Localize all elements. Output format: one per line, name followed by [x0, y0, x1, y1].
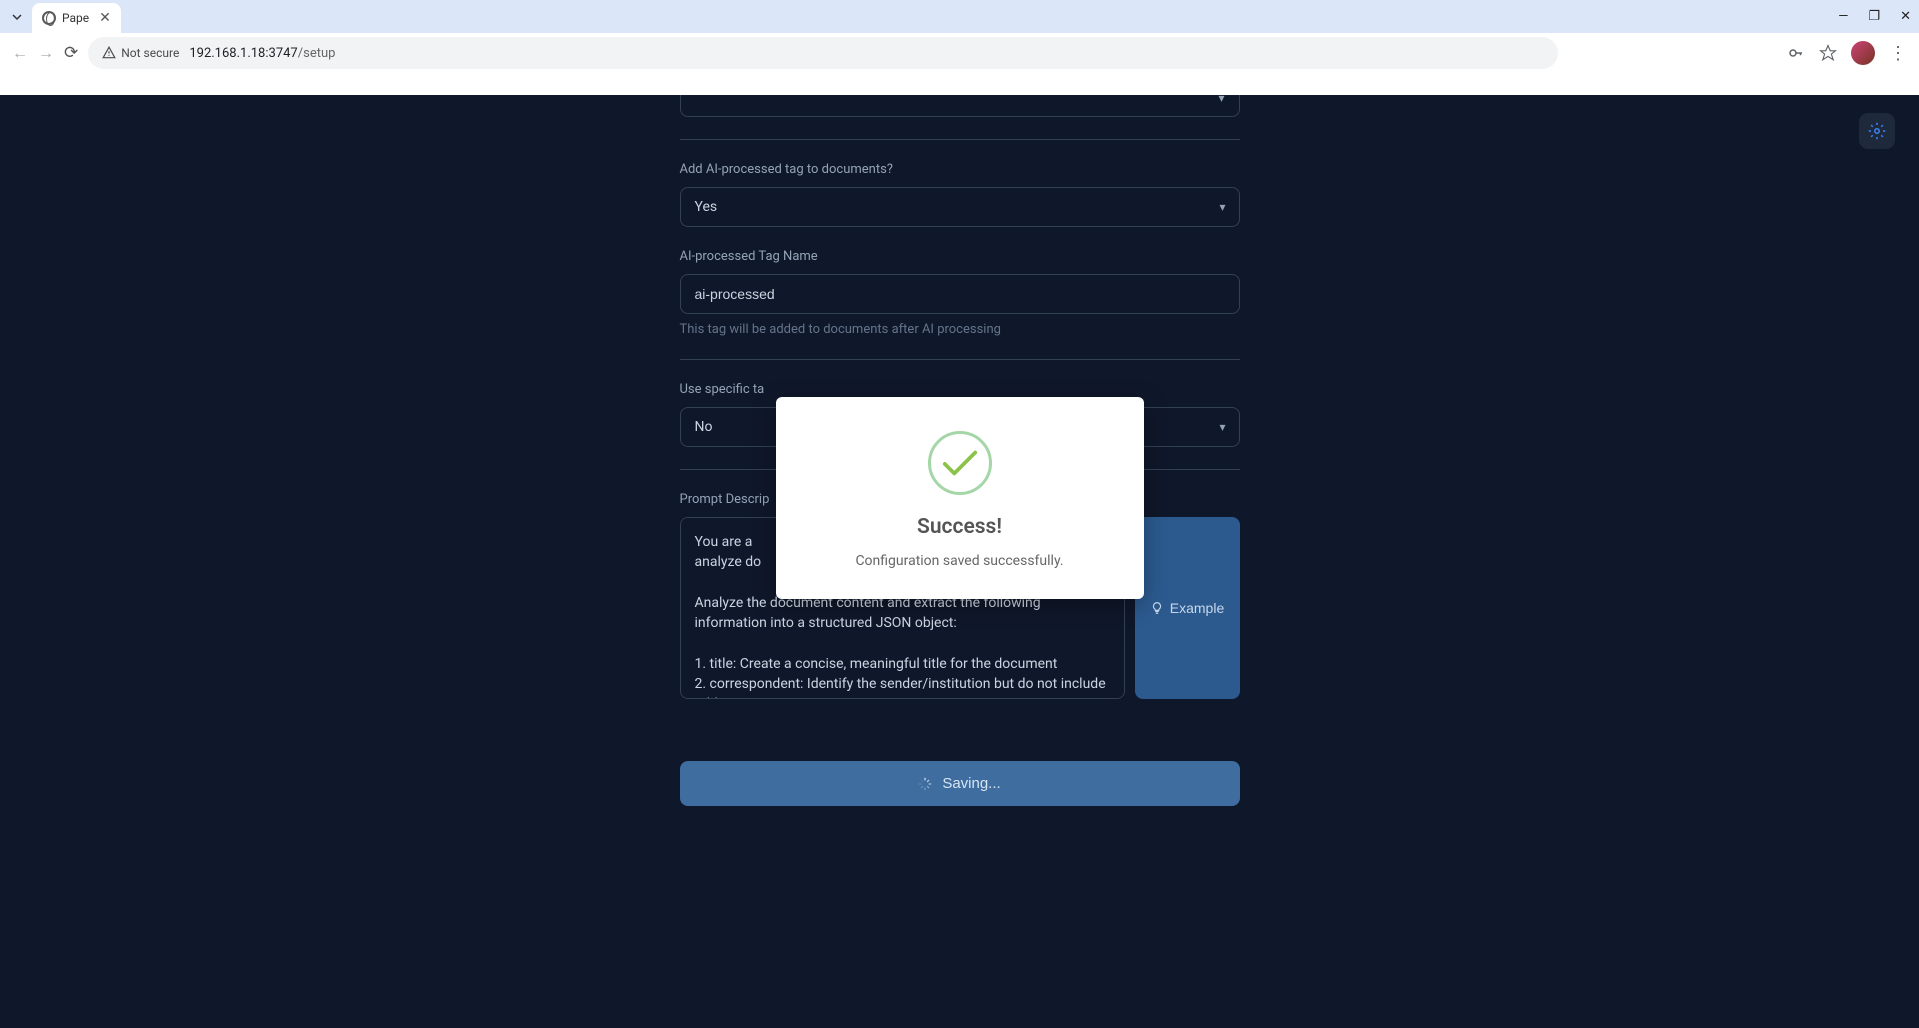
input-tag-name[interactable] [680, 274, 1240, 314]
key-icon[interactable] [1787, 44, 1805, 62]
bookmark-star-icon[interactable] [1819, 44, 1837, 62]
bookmarks-bar [0, 73, 1919, 95]
gear-icon [1868, 122, 1886, 140]
chrome-menu-icon[interactable]: ⋮ [1889, 43, 1907, 64]
divider [680, 139, 1240, 140]
window-maximize-icon[interactable]: ❐ [1868, 9, 1880, 24]
user-avatar[interactable] [1851, 41, 1875, 65]
field-label: Use specific ta [680, 382, 1240, 397]
select-partial[interactable]: No [680, 95, 1240, 117]
lightbulb-icon [1150, 601, 1164, 615]
select-add-ai-tag[interactable]: Yes [680, 187, 1240, 227]
settings-button[interactable] [1859, 113, 1895, 149]
app-body: No Add AI-processed tag to documents? Ye… [0, 95, 1919, 1028]
window-minimize-icon[interactable]: — [1838, 9, 1848, 24]
window-close-icon[interactable]: ✕ [1900, 9, 1911, 24]
tab-title: Pape [62, 11, 89, 25]
success-check-icon [928, 431, 992, 495]
browser-toolbar: ← → ⟳ Not secure 192.168.1.18:3747/setup… [0, 33, 1919, 73]
nav-reload-icon[interactable]: ⟳ [64, 43, 78, 63]
field-add-ai-tag: Add AI-processed tag to documents? Yes [680, 162, 1240, 227]
nav-forward-icon[interactable]: → [38, 43, 54, 63]
success-modal: Success! Configuration saved successfull… [776, 397, 1144, 599]
browser-tab[interactable]: Pape ✕ [32, 3, 121, 33]
browser-tab-strip: Pape ✕ — ❐ ✕ [0, 0, 1919, 33]
address-bar[interactable]: Not secure 192.168.1.18:3747/setup [88, 37, 1558, 69]
save-button[interactable]: Saving... [680, 761, 1240, 806]
field-label: AI-processed Tag Name [680, 249, 1240, 264]
modal-title: Success! [800, 515, 1120, 539]
security-badge[interactable]: Not secure [102, 46, 179, 60]
security-label: Not secure [121, 46, 179, 60]
tab-close-icon[interactable]: ✕ [99, 10, 111, 26]
field-tag-name: AI-processed Tag Name This tag will be a… [680, 249, 1240, 337]
tab-favicon-globe-icon [42, 11, 56, 25]
nav-back-icon[interactable]: ← [12, 43, 28, 63]
field-label: Add AI-processed tag to documents? [680, 162, 1240, 177]
warning-icon [102, 46, 116, 60]
spinner-icon [918, 777, 932, 791]
divider [680, 359, 1240, 360]
url-text: 192.168.1.18:3747/setup [189, 46, 335, 61]
tab-search-dropdown[interactable] [8, 8, 26, 26]
example-button[interactable]: Example [1135, 517, 1240, 699]
modal-message: Configuration saved successfully. [800, 553, 1120, 569]
help-text: This tag will be added to documents afte… [680, 322, 1240, 337]
